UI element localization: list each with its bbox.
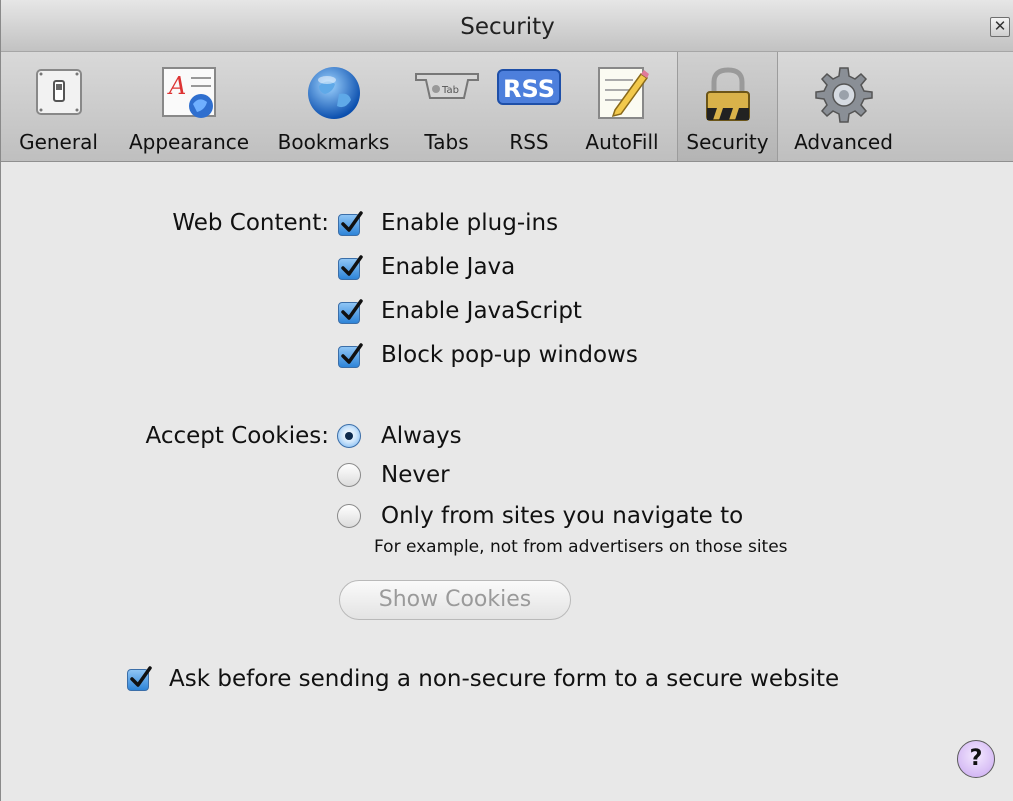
tab-appearance-label: Appearance xyxy=(128,130,250,154)
help-button[interactable]: ? xyxy=(957,740,995,778)
tab-icon: Tab xyxy=(414,73,479,99)
web-content-label: Web Content: xyxy=(172,210,329,236)
block-popups-label: Block pop-up windows xyxy=(381,342,638,368)
close-button[interactable]: ✕ xyxy=(990,17,1010,37)
svg-text:Tab: Tab xyxy=(441,85,459,96)
tab-tabs-label: Tabs xyxy=(424,130,469,154)
pencil-form-icon xyxy=(598,67,649,119)
security-pane: Web Content: Enable plug-ins Enable Java… xyxy=(1,162,1013,801)
cookies-never-label: Never xyxy=(381,462,450,488)
checkmark-icon xyxy=(341,211,363,232)
enable-java-checkbox[interactable] xyxy=(338,255,363,280)
cookies-always-radio[interactable] xyxy=(337,424,361,448)
tab-advanced[interactable]: Advanced xyxy=(786,52,901,161)
checkmark-icon xyxy=(341,299,363,320)
preferences-window: Security ✕ General A Appearance Bookmark… xyxy=(0,0,1013,801)
rss-icon: RSS xyxy=(497,69,561,105)
appearance-icon: A xyxy=(162,67,216,118)
enable-java-label: Enable Java xyxy=(381,254,516,280)
show-cookies-button[interactable]: Show Cookies xyxy=(339,580,571,620)
lock-icon xyxy=(705,67,750,121)
ask-nonsecure-form-label: Ask before sending a non-secure form to … xyxy=(169,666,840,692)
enable-plugins-checkbox[interactable] xyxy=(338,211,363,236)
svg-text:RSS: RSS xyxy=(503,75,555,103)
window-title: Security xyxy=(460,14,555,40)
tab-bookmarks-label: Bookmarks xyxy=(277,130,390,154)
checkmark-icon xyxy=(130,666,152,687)
ask-nonsecure-form-checkbox[interactable] xyxy=(127,666,152,691)
tab-autofill-label: AutoFill xyxy=(585,130,659,154)
tab-appearance[interactable]: A Appearance xyxy=(119,52,259,161)
tab-security[interactable]: Security xyxy=(677,52,778,161)
tab-rss-label: RSS xyxy=(509,130,549,154)
tab-autofill[interactable]: AutoFill xyxy=(576,52,668,161)
globe-icon xyxy=(307,67,360,119)
cookies-always-label: Always xyxy=(381,423,462,449)
enable-javascript-checkbox[interactable] xyxy=(338,299,363,324)
preferences-toolbar: General A Appearance Bookmarks Tab Tabs … xyxy=(1,52,1013,162)
tab-tabs[interactable]: Tab Tabs xyxy=(409,52,484,161)
general-switch-icon xyxy=(35,69,82,115)
tab-security-label: Security xyxy=(686,130,769,154)
title-bar[interactable]: Security ✕ xyxy=(1,0,1013,52)
cookies-hint: For example, not from advertisers on tho… xyxy=(374,537,788,557)
enable-javascript-label: Enable JavaScript xyxy=(381,298,582,324)
close-icon: ✕ xyxy=(993,17,1007,35)
cookies-visited-only-radio[interactable] xyxy=(337,504,361,528)
tab-bookmarks[interactable]: Bookmarks xyxy=(271,52,396,161)
accept-cookies-label: Accept Cookies: xyxy=(145,423,330,449)
tab-advanced-label: Advanced xyxy=(794,130,893,154)
checkmark-icon xyxy=(341,255,363,276)
help-icon: ? xyxy=(969,746,983,771)
cookies-visited-only-label: Only from sites you navigate to xyxy=(381,503,744,529)
enable-plugins-label: Enable plug-ins xyxy=(381,210,559,236)
tab-rss[interactable]: RSS RSS xyxy=(493,52,565,161)
gear-icon xyxy=(814,67,873,123)
block-popups-checkbox[interactable] xyxy=(338,343,363,368)
cookies-never-radio[interactable] xyxy=(337,463,361,487)
checkmark-icon xyxy=(341,343,363,364)
svg-text:A: A xyxy=(167,72,186,100)
tab-general[interactable]: General xyxy=(11,52,106,161)
tab-general-label: General xyxy=(19,130,98,154)
